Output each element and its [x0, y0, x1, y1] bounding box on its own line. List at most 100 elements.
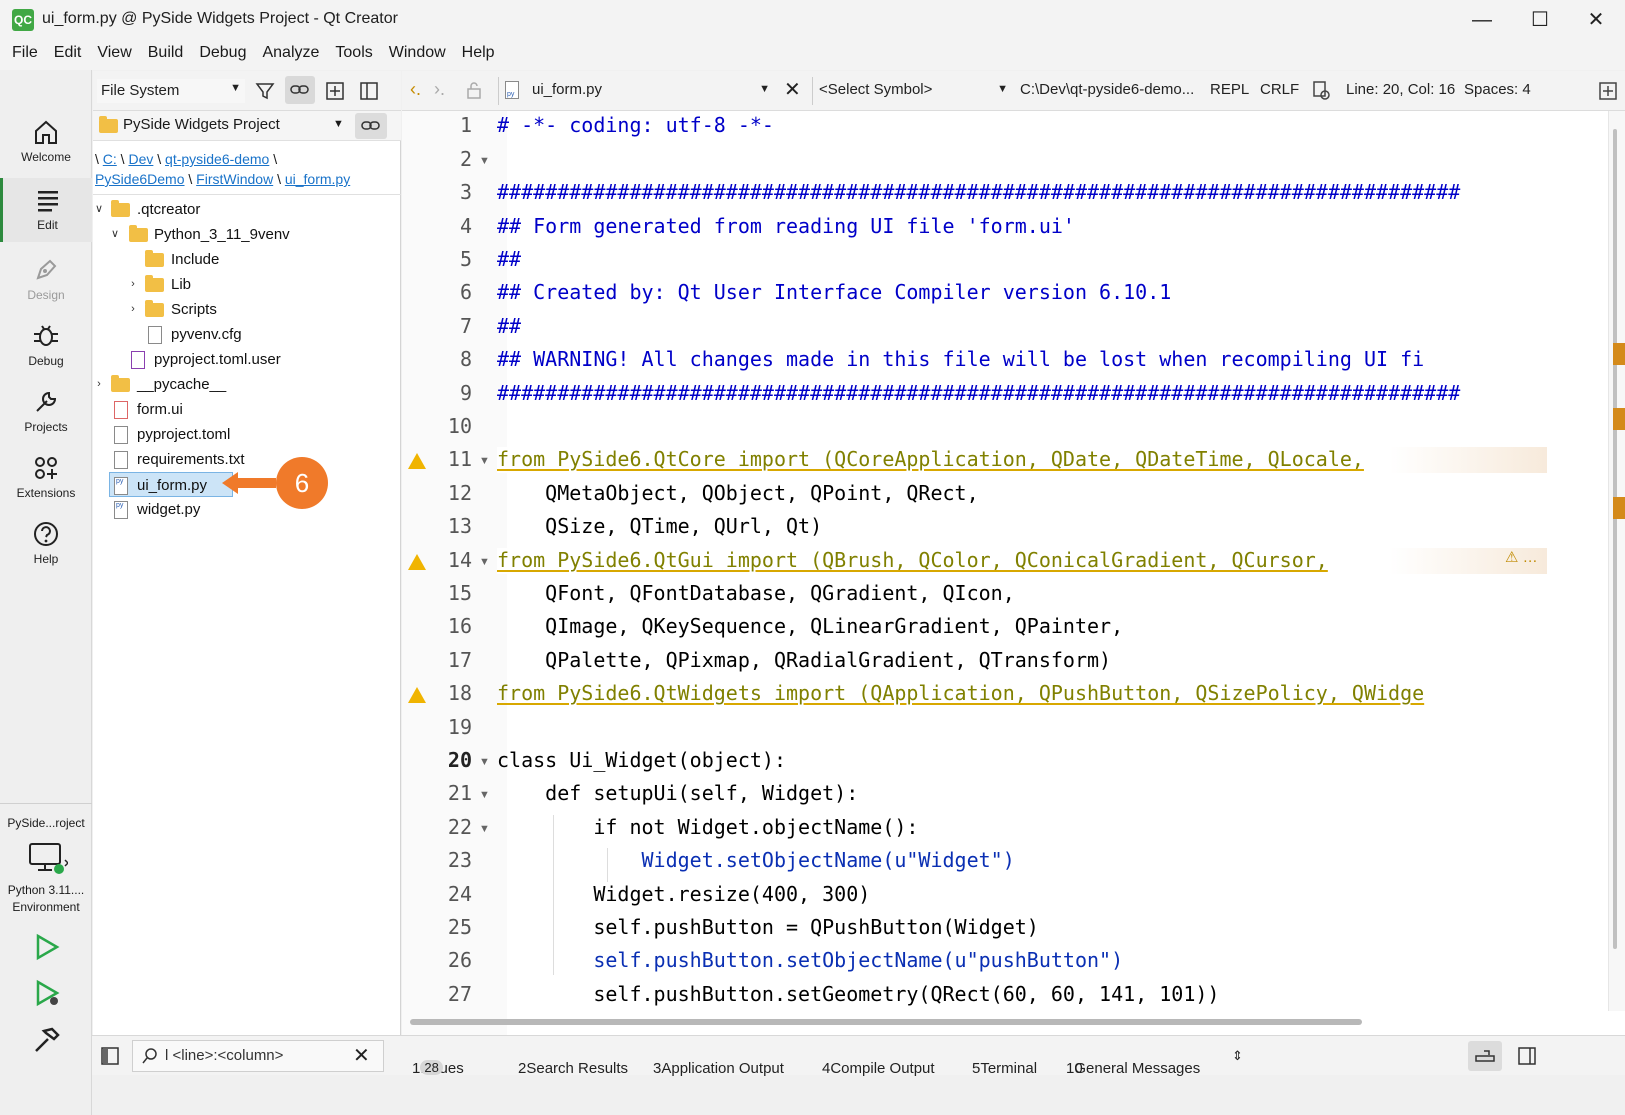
- encoding-icon[interactable]: [1312, 80, 1330, 100]
- chevron-down-icon: ▼: [997, 83, 1008, 95]
- debug-run-button[interactable]: [32, 978, 62, 1012]
- fold-marker-icon[interactable]: ▼: [479, 789, 490, 801]
- output-tab-general-messages[interactable]: 10 General Messages: [1066, 1048, 1200, 1077]
- close-sidebar-icon[interactable]: [359, 81, 379, 101]
- symbol-selector-combo[interactable]: <Select Symbol> ▼: [812, 77, 1012, 105]
- minimize-button[interactable]: —: [1453, 0, 1511, 40]
- warning-icon[interactable]: [408, 554, 426, 570]
- tree-item-pycache[interactable]: › __pycache__: [93, 372, 401, 397]
- output-tab-terminal[interactable]: 5 Terminal: [972, 1048, 1037, 1077]
- mode-design[interactable]: Design: [0, 256, 92, 302]
- file-system-toolbar: File System ▼: [93, 71, 401, 111]
- progress-details-button[interactable]: [1468, 1041, 1502, 1071]
- mode-extensions[interactable]: Extensions: [0, 454, 92, 500]
- tree-item-widget-py[interactable]: widget.py: [93, 493, 401, 522]
- toggle-right-sidebar-icon[interactable]: [1517, 1046, 1537, 1066]
- breadcrumb-qt-pyside6-demo[interactable]: qt-pyside6-demo: [165, 151, 269, 167]
- tree-item-scripts[interactable]: › Scripts: [93, 297, 401, 322]
- mode-debug[interactable]: Debug: [0, 322, 92, 368]
- mode-edit[interactable]: Edit: [0, 178, 92, 242]
- breadcrumb-firstwindow[interactable]: FirstWindow: [196, 171, 273, 187]
- horizontal-scrollbar-thumb[interactable]: [410, 1019, 1362, 1025]
- tree-item-pyproject-toml[interactable]: pyproject.toml: [93, 422, 401, 447]
- menu-window[interactable]: Window: [381, 40, 454, 70]
- menu-analyze[interactable]: Analyze: [254, 40, 327, 70]
- cursor-position-label[interactable]: Line: 20, Col: 16: [1346, 81, 1455, 98]
- warning-more-icon[interactable]: ⚠ …: [1505, 548, 1538, 566]
- navigate-back-icon[interactable]: ‹.: [410, 79, 421, 100]
- output-tab-compile-output[interactable]: 4 Compile Output: [822, 1048, 935, 1077]
- menu-help[interactable]: Help: [454, 40, 503, 70]
- indentation-label[interactable]: Spaces: 4: [1464, 81, 1531, 98]
- repl-button[interactable]: REPL: [1210, 81, 1249, 98]
- fold-marker-icon[interactable]: ▼: [479, 823, 490, 835]
- tree-item-requirements[interactable]: requirements.txt: [93, 447, 401, 472]
- kit-selector-button[interactable]: [28, 842, 70, 882]
- breadcrumb-ui-form-py[interactable]: ui_form.py: [285, 171, 350, 187]
- menu-file[interactable]: File: [4, 40, 46, 70]
- tree-item-ui-form-py[interactable]: ui_form.py: [109, 469, 233, 497]
- project-combo[interactable]: PySide Widgets Project ▼: [93, 111, 401, 141]
- sync-link-button[interactable]: [285, 76, 315, 104]
- python-file-icon: [114, 493, 128, 519]
- menu-debug[interactable]: Debug: [191, 40, 254, 70]
- fold-marker-icon[interactable]: ▼: [479, 756, 490, 768]
- tree-item-form-ui[interactable]: form.ui: [93, 397, 401, 422]
- maximize-button[interactable]: ☐: [1511, 0, 1569, 40]
- close-document-icon[interactable]: ✕: [784, 77, 801, 102]
- kit-env-line1: Python 3.11....: [7, 883, 85, 897]
- mode-projects[interactable]: Projects: [0, 388, 92, 434]
- fold-marker-icon[interactable]: ▼: [479, 455, 490, 467]
- clear-locator-icon[interactable]: ✕: [353, 1043, 370, 1068]
- fold-marker-icon[interactable]: ▼: [479, 556, 490, 568]
- toggle-sidebar-icon[interactable]: [100, 1046, 120, 1066]
- build-button[interactable]: [32, 1025, 62, 1059]
- run-button[interactable]: [32, 932, 62, 966]
- line-ending-button[interactable]: CRLF: [1260, 81, 1299, 98]
- filter-icon[interactable]: [255, 81, 275, 101]
- mode-help[interactable]: Help: [0, 520, 92, 566]
- close-window-button[interactable]: ✕: [1567, 0, 1625, 40]
- navigate-forward-icon[interactable]: ›.: [434, 79, 445, 100]
- menu-build[interactable]: Build: [140, 40, 192, 70]
- menu-edit[interactable]: Edit: [46, 40, 90, 70]
- split-editor-icon[interactable]: [1598, 81, 1618, 101]
- folder-icon: [145, 250, 164, 267]
- tree-item-qtcreator[interactable]: ∨ .qtcreator: [93, 197, 401, 222]
- menu-tools[interactable]: Tools: [327, 40, 380, 70]
- mode-welcome[interactable]: Welcome: [0, 118, 92, 164]
- tree-item-pyproject-user[interactable]: pyproject.toml.user: [93, 347, 401, 372]
- add-split-icon[interactable]: [325, 81, 345, 101]
- code-area[interactable]: # -*- coding: utf-8 -*- ################…: [497, 111, 1625, 1011]
- line-number-gutter: 1 2 3 4 5 6 7 8 9 10 11 12 13 14 15 16 1…: [402, 111, 507, 1074]
- vertical-scrollbar[interactable]: [1608, 111, 1625, 1011]
- tab-label: Terminal: [980, 1060, 1038, 1077]
- output-tab-issues[interactable]: 1 Issues 28: [412, 1048, 464, 1077]
- indent-guide: [553, 815, 554, 975]
- tree-item-include[interactable]: Include: [93, 247, 401, 272]
- more-tabs-icon[interactable]: ⇕: [1232, 1048, 1243, 1064]
- locator-input[interactable]: l <line>:<column> ✕: [132, 1040, 384, 1072]
- file-path-label[interactable]: C:\Dev\qt-pyside6-demo...: [1020, 81, 1194, 98]
- qt-creator-app-icon: QC: [12, 9, 34, 31]
- fold-marker-icon[interactable]: ▼: [479, 155, 490, 167]
- tree-item-lib[interactable]: › Lib: [93, 272, 401, 297]
- output-tab-application-output[interactable]: 3 Application Output: [653, 1048, 784, 1077]
- code-editor[interactable]: 1 2 3 4 5 6 7 8 9 10 11 12 13 14 15 16 1…: [402, 111, 1625, 1074]
- output-tab-search-results[interactable]: 2 Search Results: [518, 1048, 628, 1077]
- breadcrumb-dev[interactable]: Dev: [128, 151, 153, 167]
- warning-icon[interactable]: [408, 453, 426, 469]
- file-system-combo[interactable]: File System ▼: [97, 79, 245, 103]
- tab-label: Search Results: [526, 1060, 629, 1077]
- open-documents-combo[interactable]: ui_form.py ▼: [498, 77, 774, 105]
- project-link-button[interactable]: [355, 113, 387, 139]
- menu-view[interactable]: View: [89, 40, 139, 70]
- warning-icon[interactable]: [408, 687, 426, 703]
- breadcrumb-pyside6demo[interactable]: PySide6Demo: [95, 171, 185, 187]
- lock-icon[interactable]: [466, 81, 482, 99]
- tree-item-pyvenv-cfg[interactable]: pyvenv.cfg: [93, 322, 401, 347]
- tree-item-venv[interactable]: ∨ Python_3_11_9venv: [93, 222, 401, 247]
- breadcrumb-c[interactable]: C:: [103, 151, 117, 167]
- scrollbar-thumb[interactable]: [1613, 129, 1617, 949]
- chevron-right-icon: ›: [131, 303, 135, 315]
